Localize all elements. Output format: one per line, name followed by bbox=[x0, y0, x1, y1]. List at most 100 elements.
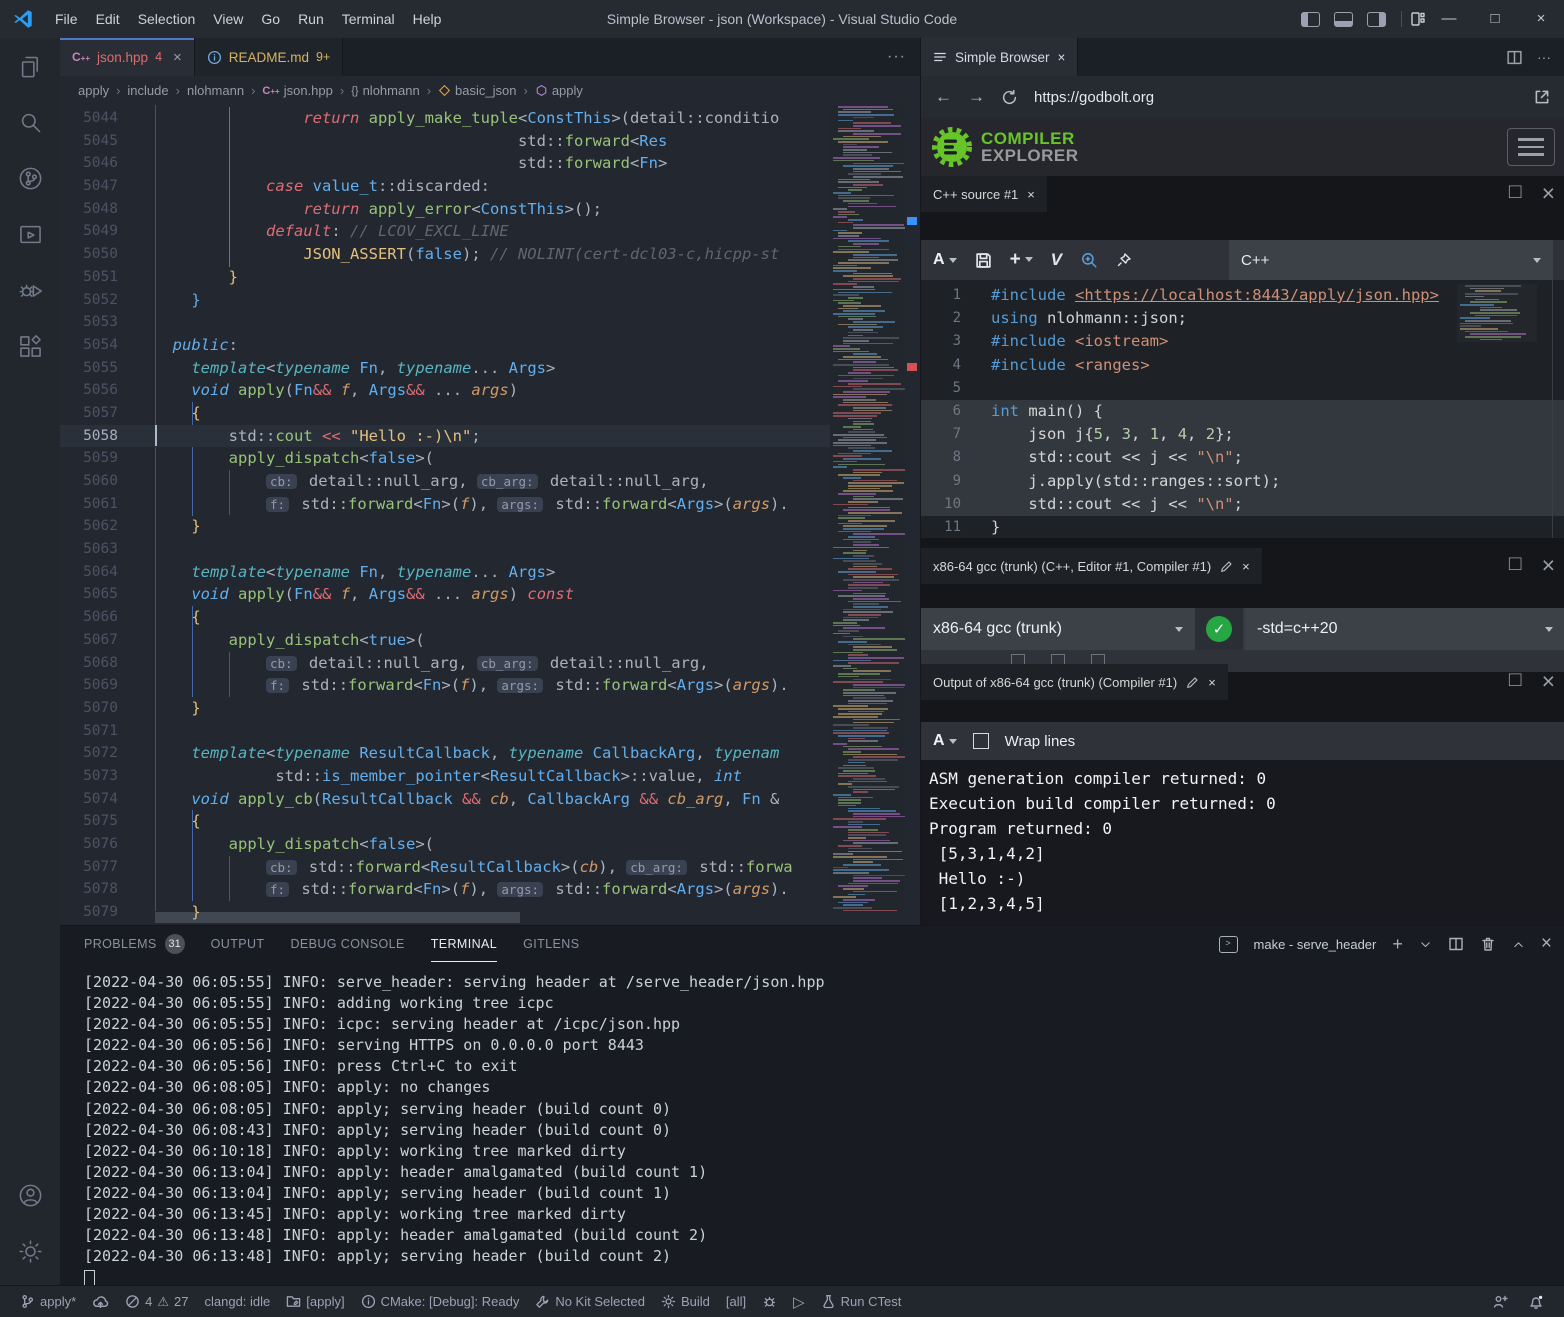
split-terminal-icon[interactable] bbox=[1448, 936, 1464, 952]
extensions-icon[interactable] bbox=[0, 318, 60, 374]
breadcrumb-item[interactable]: basic_json bbox=[455, 83, 516, 98]
close-tab-icon[interactable]: × bbox=[173, 49, 182, 66]
language-select[interactable]: C++ bbox=[1229, 240, 1553, 280]
code-editor[interactable]: 5044 return apply_make_tuple<ConstThis>(… bbox=[60, 105, 920, 925]
search-icon[interactable] bbox=[0, 94, 60, 150]
explorer-icon[interactable] bbox=[0, 38, 60, 94]
notifications-item[interactable] bbox=[1520, 1291, 1552, 1313]
build-item[interactable]: Build bbox=[653, 1291, 718, 1313]
run-debug-icon[interactable] bbox=[0, 262, 60, 318]
ctest-item[interactable]: Run CTest bbox=[813, 1291, 910, 1313]
feedback-item[interactable] bbox=[1484, 1291, 1516, 1313]
publish-item[interactable] bbox=[84, 1291, 117, 1313]
back-icon[interactable]: ← bbox=[935, 87, 952, 107]
tab-gitlens[interactable]: GITLENS bbox=[523, 926, 579, 962]
breadcrumb-item[interactable]: nlohmann bbox=[187, 83, 244, 98]
menu-go[interactable]: Go bbox=[252, 0, 289, 38]
close-icon[interactable]: × bbox=[1542, 552, 1555, 579]
breadcrumb-item[interactable]: apply bbox=[78, 83, 109, 98]
menu-run[interactable]: Run bbox=[289, 0, 333, 38]
tab-debug-console[interactable]: DEBUG CONSOLE bbox=[290, 926, 404, 962]
toggle-secondary-sidebar-icon[interactable] bbox=[1367, 12, 1386, 27]
minimize-button[interactable]: — bbox=[1426, 0, 1472, 38]
maximize-icon[interactable]: □ bbox=[1509, 180, 1522, 207]
breadcrumb-item[interactable]: apply bbox=[552, 83, 583, 98]
hamburger-menu-icon[interactable] bbox=[1507, 128, 1555, 166]
rename-pencil-icon[interactable] bbox=[1220, 560, 1233, 573]
settings-gear-icon[interactable] bbox=[0, 1223, 60, 1279]
compiler-window-tab[interactable]: x86-64 gcc (trunk) (C++, Editor #1, Comp… bbox=[921, 548, 1262, 584]
compile-status-button[interactable]: ✓ bbox=[1195, 608, 1243, 650]
close-window-button[interactable]: × bbox=[1518, 0, 1564, 38]
minimap[interactable] bbox=[830, 105, 905, 911]
project-item[interactable]: [apply] bbox=[278, 1291, 352, 1313]
breadcrumb-item[interactable]: json.hpp bbox=[284, 83, 333, 98]
kill-terminal-trash-icon[interactable] bbox=[1480, 936, 1496, 952]
font-size-button[interactable]: A bbox=[933, 251, 957, 269]
forward-icon[interactable]: → bbox=[968, 87, 985, 107]
cmake-status-item[interactable]: CMake: [Debug]: Ready bbox=[353, 1291, 528, 1313]
terminal-session-label[interactable]: make - serve_header bbox=[1254, 937, 1377, 952]
new-terminal-icon[interactable]: + bbox=[1392, 934, 1403, 955]
output-window-tab[interactable]: Output of x86-64 gcc (trunk) (Compiler #… bbox=[921, 664, 1228, 700]
close-icon[interactable]: × bbox=[1208, 675, 1216, 690]
tab-simple-browser[interactable]: Simple Browser × bbox=[921, 38, 1078, 76]
horizontal-scrollbar[interactable] bbox=[155, 912, 520, 923]
close-icon[interactable]: × bbox=[1542, 668, 1555, 695]
menu-edit[interactable]: Edit bbox=[87, 0, 129, 38]
breadcrumb-item[interactable]: nlohmann bbox=[363, 83, 420, 98]
close-icon[interactable]: × bbox=[1242, 559, 1250, 574]
close-icon[interactable]: × bbox=[1027, 187, 1035, 202]
terminal-dropdown-chevron-icon[interactable] bbox=[1419, 938, 1432, 951]
godbolt-source-editor[interactable]: 1#include <https://localhost:8443/apply/… bbox=[921, 280, 1564, 538]
breadcrumb-item[interactable]: include bbox=[127, 83, 168, 98]
maximize-panel-chevron-icon[interactable] bbox=[1512, 938, 1525, 951]
tab-terminal[interactable]: TERMINAL bbox=[431, 926, 497, 962]
source-control-icon[interactable] bbox=[0, 150, 60, 206]
add-pane-button[interactable]: + bbox=[1010, 249, 1033, 271]
source-window-tab[interactable]: C++ source #1 × bbox=[921, 176, 1047, 212]
font-size-button[interactable]: A bbox=[933, 732, 957, 750]
close-icon[interactable]: × bbox=[1542, 180, 1555, 207]
menu-terminal[interactable]: Terminal bbox=[333, 0, 404, 38]
editor-actions-more-icon[interactable]: ··· bbox=[873, 48, 920, 66]
toggle-panel-icon[interactable] bbox=[1334, 12, 1353, 27]
godbolt-scrollbar[interactable] bbox=[1552, 280, 1553, 538]
debug-item[interactable] bbox=[754, 1291, 785, 1313]
zoom-search-icon[interactable] bbox=[1080, 251, 1098, 269]
maximize-icon[interactable]: □ bbox=[1509, 552, 1522, 579]
menu-help[interactable]: Help bbox=[404, 0, 451, 38]
toggle-sidebar-icon[interactable] bbox=[1301, 12, 1320, 27]
git-branch-item[interactable]: apply* bbox=[12, 1291, 84, 1313]
clangd-status-item[interactable]: clangd: idle bbox=[197, 1291, 279, 1313]
kit-select-item[interactable]: No Kit Selected bbox=[527, 1291, 653, 1313]
launch-item[interactable]: ▷ bbox=[785, 1291, 813, 1313]
vim-mode-icon[interactable]: V bbox=[1051, 250, 1062, 270]
maximize-icon[interactable]: □ bbox=[1509, 668, 1522, 695]
customize-layout-icon[interactable] bbox=[1410, 11, 1426, 27]
menu-selection[interactable]: Selection bbox=[129, 0, 205, 38]
maximize-button[interactable]: □ bbox=[1472, 0, 1518, 38]
account-icon[interactable] bbox=[0, 1167, 60, 1223]
tab-output[interactable]: OUTPUT bbox=[211, 926, 265, 962]
open-external-icon[interactable] bbox=[1533, 88, 1551, 106]
terminal-output[interactable]: [2022-04-30 06:05:55] INFO: serve_header… bbox=[84, 972, 1554, 1267]
test-explorer-icon[interactable] bbox=[0, 206, 60, 262]
breadcrumb[interactable]: apply› include› nlohmann› C++ json.hpp› … bbox=[60, 76, 920, 105]
compiler-select[interactable]: x86-64 gcc (trunk) bbox=[921, 608, 1195, 650]
build-target-item[interactable]: [all] bbox=[718, 1291, 754, 1313]
url-input[interactable]: https://godbolt.org bbox=[1034, 89, 1517, 106]
pin-icon[interactable] bbox=[1116, 252, 1132, 268]
compiler-options-input[interactable]: -std=c++20 bbox=[1245, 608, 1564, 650]
menu-file[interactable]: File bbox=[46, 0, 87, 38]
rename-pencil-icon[interactable] bbox=[1186, 676, 1199, 689]
wrap-lines-checkbox[interactable] bbox=[973, 733, 989, 749]
save-icon[interactable] bbox=[975, 252, 992, 269]
close-tab-icon[interactable]: × bbox=[1058, 50, 1066, 65]
reload-icon[interactable] bbox=[1001, 89, 1018, 106]
tab-problems[interactable]: PROBLEMS31 bbox=[84, 926, 185, 962]
menu-view[interactable]: View bbox=[204, 0, 252, 38]
tab-json-hpp[interactable]: C++ json.hpp 4 × bbox=[60, 38, 195, 76]
problems-item[interactable]: 4 ⚠ 27 bbox=[117, 1291, 196, 1313]
more-actions-icon[interactable]: ··· bbox=[1537, 49, 1551, 65]
